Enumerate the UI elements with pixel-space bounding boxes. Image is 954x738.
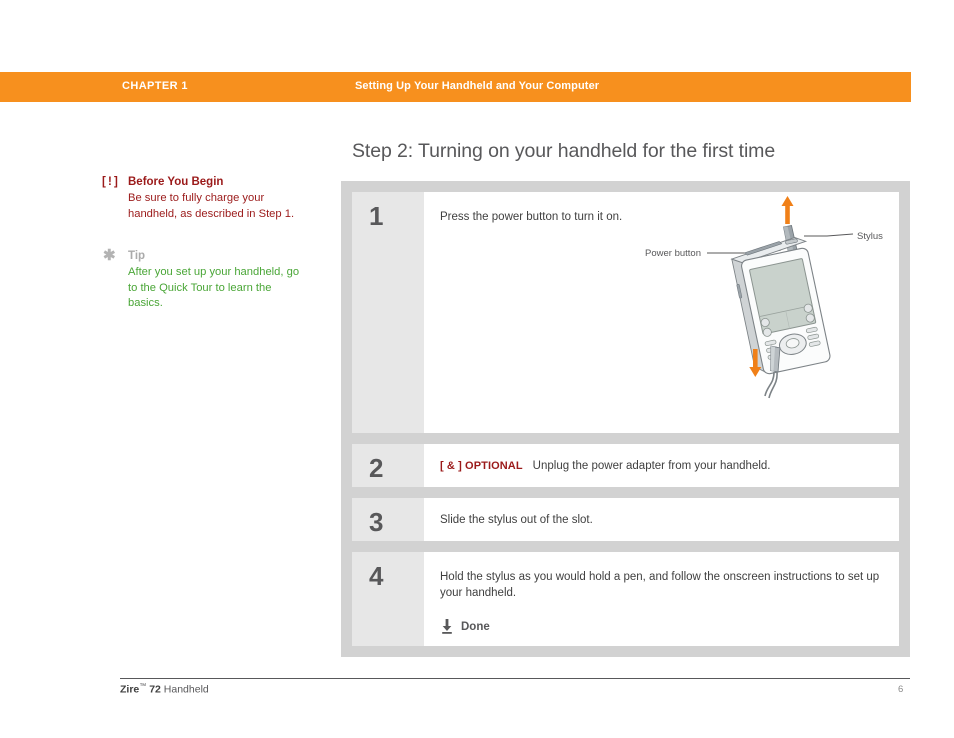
step-text: Unplug the power adapter from your handh…	[532, 460, 771, 472]
arrow-up-icon	[781, 196, 794, 224]
page-number: 6	[898, 684, 904, 695]
step-number: 4	[352, 552, 424, 646]
steps-frame: 1 Press the power button to turn it on.	[341, 181, 910, 657]
palm-handheld-illustration: Stylus Power button	[631, 194, 891, 409]
step-content: Hold the stylus as you would hold a pen,…	[424, 552, 899, 646]
stylus-leader-line	[804, 233, 854, 237]
note-before-you-begin: [ ! ] Before You Begin Be sure to fully …	[102, 174, 302, 222]
footer-product-model: 72	[149, 683, 161, 696]
step-content: Slide the stylus out of the slot.	[424, 498, 899, 541]
note-text: After you set up your handheld, go to th…	[128, 266, 300, 309]
step-content: [ & ] OPTIONAL Unplug the power adapter f…	[424, 444, 899, 487]
footer-product-name: Zire	[120, 683, 140, 696]
power-button-callout-label: Power button	[645, 248, 701, 259]
step-row: 1 Press the power button to turn it on.	[352, 192, 899, 433]
step-text: Hold the stylus as you would hold a pen,…	[440, 571, 880, 599]
chapter-label: CHAPTER 1	[122, 80, 188, 92]
footer-product-rest: Handheld	[163, 683, 209, 696]
step-row: 2 [ & ] OPTIONAL Unplug the power adapter…	[352, 444, 899, 487]
handheld-body	[730, 237, 831, 375]
footer-product: Zire™ 72 Handheld	[120, 683, 209, 696]
chapter-title: Setting Up Your Handheld and Your Comput…	[355, 80, 600, 92]
page-title: Step 2: Turning on your handheld for the…	[352, 140, 776, 162]
note-body: Before You Begin Be sure to fully charge…	[128, 174, 302, 222]
step-row: 4 Hold the stylus as you would hold a pe…	[352, 552, 899, 646]
note-heading: Before You Begin	[128, 176, 224, 188]
step-number: 2	[352, 444, 424, 487]
handheld-diagram-svg: Stylus Power button	[645, 196, 883, 399]
step-text-line: [ & ] OPTIONAL Unplug the power adapter f…	[440, 458, 883, 474]
step-text: Slide the stylus out of the slot.	[440, 514, 593, 526]
step-row: 3 Slide the stylus out of the slot.	[352, 498, 899, 541]
step-number: 3	[352, 498, 424, 541]
asterisk-icon: ✱	[103, 247, 116, 264]
stylus-callout-label: Stylus	[857, 231, 883, 242]
chapter-header-bar: CHAPTER 1 Setting Up Your Handheld and Y…	[0, 72, 911, 102]
note-body: Tip After you set up your handheld, go t…	[128, 248, 302, 312]
sidebar-notes: [ ! ] Before You Begin Be sure to fully …	[102, 174, 302, 334]
done-label: Done	[461, 620, 490, 633]
optional-badge: [ & ] OPTIONAL	[440, 460, 523, 472]
step-content: Press the power button to turn it on. St…	[424, 192, 899, 433]
main-content: Step 2: Turning on your handheld for the…	[341, 140, 910, 657]
footer-divider	[120, 678, 910, 679]
done-marker: Done	[440, 619, 883, 634]
note-heading: Tip	[128, 250, 146, 262]
note-text: Be sure to fully charge your handheld, a…	[128, 192, 295, 220]
note-tip: ✱ Tip After you set up your handheld, go…	[102, 248, 302, 312]
trademark-icon: ™	[139, 683, 147, 690]
alert-icon: [ ! ]	[102, 176, 118, 188]
download-arrow-icon	[442, 619, 452, 634]
step-number: 1	[352, 192, 424, 433]
